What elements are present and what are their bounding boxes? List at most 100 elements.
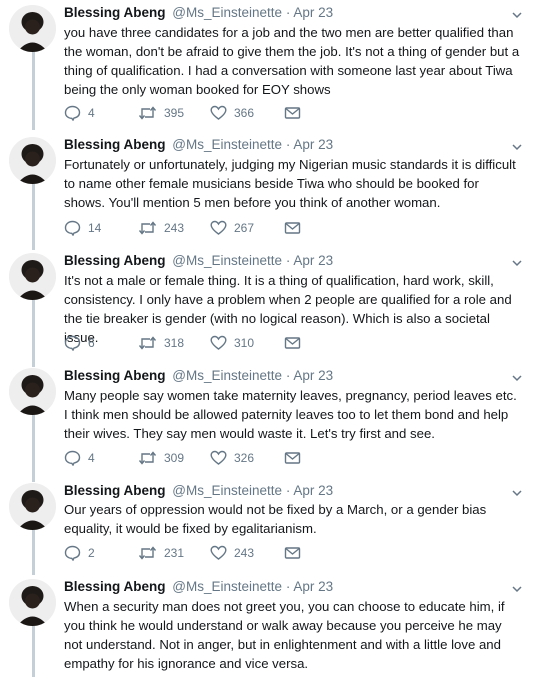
reply-icon [64,545,81,561]
like-button[interactable]: 366 [210,105,254,121]
tweet-date[interactable]: Apr 23 [293,5,333,20]
dm-button[interactable] [284,220,301,236]
tweet-date[interactable]: Apr 23 [293,137,333,152]
retweet-count: 309 [164,451,185,465]
like-count: 310 [234,336,255,350]
tweet-text: When a security man does not greet you, … [64,599,505,671]
separator: · [285,579,291,594]
reply-icon [64,105,81,121]
retweet-icon [138,335,157,351]
heart-icon [210,335,227,351]
heart-icon [210,545,227,561]
reply-button[interactable]: 4 [64,105,95,121]
dm-button[interactable] [284,105,301,121]
avatar[interactable] [9,579,56,626]
like-button[interactable]: 310 [210,335,254,351]
author-handle[interactable]: @Ms_Einsteinette [172,253,282,268]
retweet-button[interactable]: 243 [138,220,184,236]
reply-icon [64,335,81,351]
reply-button[interactable]: 2 [64,545,95,561]
mail-icon [284,545,301,561]
tweet-header: Blessing Abeng @Ms_Einsteinette · Apr 23 [64,368,504,384]
reply-icon [64,220,81,236]
retweet-count: 243 [164,221,185,235]
tweet-text: Fortunately or unfortunately, judging my… [64,157,516,210]
reply-button[interactable]: 6 [64,335,95,351]
tweet-date[interactable]: Apr 23 [293,368,333,383]
separator: · [285,368,291,383]
author-name[interactable]: Blessing Abeng [64,5,166,20]
tweet-header: Blessing Abeng @Ms_Einsteinette · Apr 23 [64,579,504,595]
retweet-button[interactable]: 231 [138,545,184,561]
like-count: 267 [234,221,255,235]
avatar[interactable] [9,368,56,415]
tweet-date[interactable]: Apr 23 [293,253,333,268]
chevron-down-icon[interactable] [512,370,522,382]
tweet-header: Blessing Abeng @Ms_Einsteinette · Apr 23 [64,253,504,269]
author-handle[interactable]: @Ms_Einsteinette [172,137,282,152]
reply-button[interactable]: 14 [64,220,101,236]
retweet-button[interactable]: 309 [138,450,184,466]
reply-count: 14 [88,221,102,235]
reply-icon [64,450,81,466]
author-handle[interactable]: @Ms_Einsteinette [172,483,282,498]
chevron-down-icon[interactable] [512,581,522,593]
like-button[interactable]: 243 [210,545,254,561]
author-handle[interactable]: @Ms_Einsteinette [172,5,282,20]
chevron-down-icon[interactable] [512,485,522,497]
reply-count: 6 [88,336,95,350]
reply-count: 4 [88,451,95,465]
tweet[interactable]: Blessing Abeng @Ms_Einsteinette · Apr 23… [0,483,534,568]
separator: · [285,137,291,152]
chevron-down-icon[interactable] [512,255,522,267]
retweet-icon [138,105,157,121]
tweet[interactable]: Blessing Abeng @Ms_Einsteinette · Apr 23… [0,368,534,473]
chevron-down-icon[interactable] [512,139,522,151]
tweet-header: Blessing Abeng @Ms_Einsteinette · Apr 23 [64,137,504,153]
reply-button[interactable]: 4 [64,450,95,466]
avatar[interactable] [9,253,56,300]
author-handle[interactable]: @Ms_Einsteinette [172,579,282,594]
tweet-header: Blessing Abeng @Ms_Einsteinette · Apr 23 [64,483,504,499]
heart-icon [210,105,227,121]
author-name[interactable]: Blessing Abeng [64,579,166,594]
mail-icon [284,105,301,121]
heart-icon [210,450,227,466]
mail-icon [284,220,301,236]
mail-icon [284,450,301,466]
retweet-icon [138,545,157,561]
avatar[interactable] [9,137,56,184]
tweet[interactable]: Blessing Abeng @Ms_Einsteinette · Apr 23… [0,5,534,125]
author-name[interactable]: Blessing Abeng [64,137,166,152]
avatar[interactable] [9,483,56,530]
tweet-text: you have three candidates for a job and … [64,25,520,97]
author-name[interactable]: Blessing Abeng [64,368,166,383]
retweet-icon [138,450,157,466]
author-handle[interactable]: @Ms_Einsteinette [172,368,282,383]
reply-count: 4 [88,106,95,120]
retweet-button[interactable]: 395 [138,105,184,121]
author-name[interactable]: Blessing Abeng [64,253,166,268]
author-name[interactable]: Blessing Abeng [64,483,166,498]
retweet-icon [138,220,157,236]
tweet-date[interactable]: Apr 23 [293,483,333,498]
tweet[interactable]: Blessing Abeng @Ms_Einsteinette · Apr 23… [0,137,534,242]
dm-button[interactable] [284,545,301,561]
like-button[interactable]: 326 [210,450,254,466]
dm-button[interactable] [284,335,301,351]
retweet-count: 395 [164,106,185,120]
tweet-date[interactable]: Apr 23 [293,579,333,594]
tweet[interactable]: Blessing Abeng @Ms_Einsteinette · Apr 23… [0,253,534,358]
tweet-text: Many people say women take maternity lea… [64,388,517,441]
chevron-down-icon[interactable] [512,7,522,19]
heart-icon [210,220,227,236]
reply-count: 2 [88,546,95,560]
avatar[interactable] [9,5,56,52]
tweet[interactable]: Blessing Abeng @Ms_Einsteinette · Apr 23… [0,579,534,677]
like-count: 366 [234,106,255,120]
dm-button[interactable] [284,450,301,466]
retweet-count: 318 [164,336,185,350]
retweet-button[interactable]: 318 [138,335,184,351]
like-button[interactable]: 267 [210,220,254,236]
separator: · [285,5,291,20]
